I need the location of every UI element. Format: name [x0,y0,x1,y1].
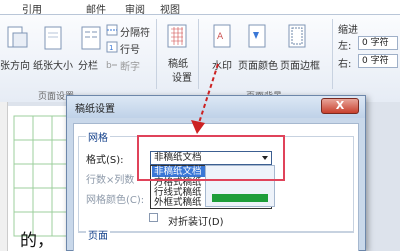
page-section-title: 页面 [86,227,110,242]
page-borders-icon[interactable] [286,23,308,49]
svg-text:A: A [217,32,224,42]
fold-gutter-checkbox[interactable] [149,213,158,222]
columns-icon[interactable] [80,25,102,51]
grid-color-label: 网格颜色(C): [86,195,145,206]
document-text: 的， [20,231,54,251]
grid-section-title: 网格 [86,129,110,144]
separator [332,19,333,89]
format-label: 格式(S): [86,155,124,166]
grid-color-swatch [212,194,268,202]
svg-text:b: b [106,61,112,70]
page-section [78,232,354,251]
rows-cols-label: 行数×列数 [86,175,135,186]
annotation-arrow-icon [191,63,219,134]
draft-paper-icon[interactable] [166,23,188,49]
indent-left-input[interactable]: 0 字符 [358,36,398,50]
tab-review[interactable]: 审阅 [125,1,145,16]
line-numbers-icon: 1 [106,41,118,53]
line-numbers-button[interactable]: 行号 [120,41,140,56]
page-color-icon[interactable] [246,23,268,49]
tab-mailings[interactable]: 邮件 [86,1,106,16]
breaks-button[interactable]: 分隔符 [120,24,150,39]
paper-size-button[interactable]: 纸张大小 [33,57,73,72]
separator [156,19,157,89]
vertical-ruler [0,102,8,251]
close-button[interactable]: X [321,98,359,114]
fold-gutter-label: 对折装订(D) [168,217,224,228]
watermark-icon[interactable]: A [212,23,232,49]
orientation-button[interactable]: 张方向 [0,57,30,72]
format-highlight-box [137,135,285,181]
ribbon-tabs: 引用 邮件 审阅 视图 [0,0,400,16]
tab-view[interactable]: 视图 [160,1,180,16]
orientation-icon[interactable] [6,25,28,51]
paper-size-icon[interactable] [42,25,64,51]
indent-left-label: 左: [338,41,352,52]
hyphenation-button[interactable]: 断字 [120,58,140,73]
dialog-title: 稿纸设置 [75,104,115,115]
tab-references[interactable]: 引用 [22,1,42,16]
svg-text:1: 1 [109,44,113,52]
page-color-button[interactable]: 页面颜色 [238,57,278,72]
breaks-icon [106,24,118,36]
indent-right-label: 右: [338,59,352,70]
columns-button[interactable]: 分栏 [78,57,98,72]
indent-right-input[interactable]: 0 字符 [358,54,398,68]
indent-title: 缩进 [338,25,358,36]
hyphenation-icon: b [106,61,117,70]
page-borders-button[interactable]: 页面边框 [280,57,320,72]
